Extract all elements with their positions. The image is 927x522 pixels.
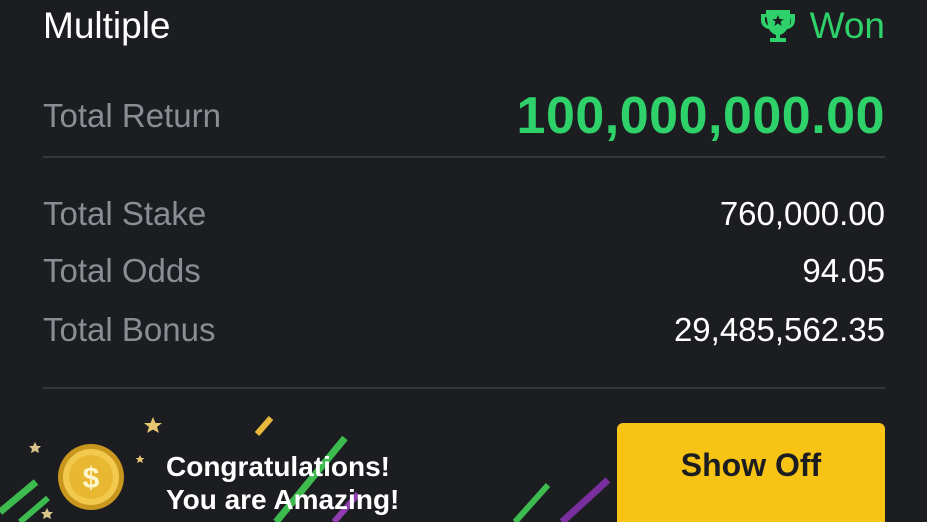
divider <box>43 387 885 389</box>
bet-status-label: Won <box>809 5 885 46</box>
total-return-value: 100,000,000.00 <box>516 87 885 145</box>
bet-status: Won <box>760 5 885 47</box>
total-return-row: Total Return 100,000,000.00 <box>43 86 885 146</box>
total-odds-label: Total Odds <box>43 252 201 289</box>
total-bonus-value: 29,485,562.35 <box>673 311 885 348</box>
congrats-line2: You are Amazing! <box>166 484 400 515</box>
show-off-button[interactable]: Show Off <box>617 423 885 522</box>
congrats-line1: Congratulations! <box>166 451 390 482</box>
total-return-label: Total Return <box>43 97 221 134</box>
congrats-message: Congratulations! You are Amazing! <box>166 450 399 516</box>
svg-text:$: $ <box>83 462 100 495</box>
total-bonus-label: Total Bonus <box>43 311 216 348</box>
coin-dollar-icon: $ <box>58 444 124 510</box>
total-odds-value: 94.05 <box>802 252 885 289</box>
total-bonus-row: Total Bonus 29,485,562.35 <box>43 308 885 352</box>
bet-type-label: Multiple <box>43 5 171 46</box>
divider <box>43 156 885 158</box>
trophy-icon <box>760 10 795 42</box>
congrats-banner: $ Congratulations! You are Amazing! Show… <box>0 390 927 522</box>
total-stake-label: Total Stake <box>43 195 207 232</box>
total-stake-value: 760,000.00 <box>719 195 885 232</box>
bet-header: Multiple Won <box>43 0 885 52</box>
total-odds-row: Total Odds 94.05 <box>43 249 885 293</box>
total-stake-row: Total Stake 760,000.00 <box>43 192 885 236</box>
bet-summary-screen: Multiple Won Total Return 100,000,000.00… <box>0 0 927 522</box>
